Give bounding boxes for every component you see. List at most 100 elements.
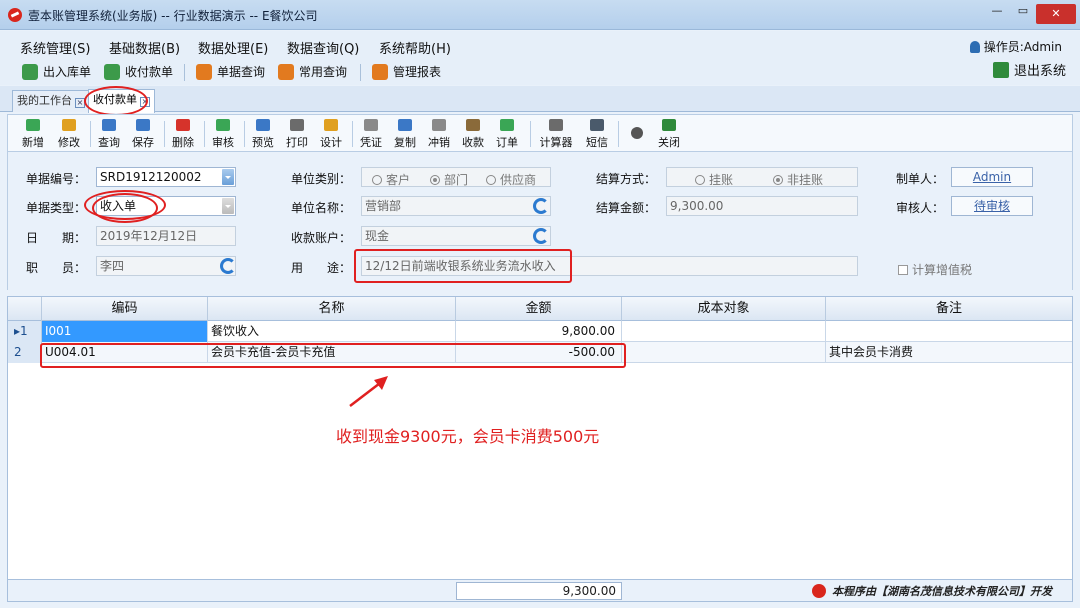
minus-icon xyxy=(176,119,190,131)
edit-button[interactable]: 修改 xyxy=(52,117,86,151)
unit-type-label: 单位类别： xyxy=(291,172,352,186)
printer-icon xyxy=(290,119,304,131)
tab-close-icon[interactable]: × xyxy=(75,98,85,108)
radio-department[interactable]: 部门 xyxy=(430,171,468,189)
table-row[interactable]: ▸1 I001 餐饮收入 9,800.00 xyxy=(8,321,1072,342)
radio-on-account[interactable]: 挂账 xyxy=(695,171,733,189)
common-query-button[interactable]: 常用查询 xyxy=(278,62,347,82)
menu-help[interactable]: 系统帮助(H) xyxy=(379,38,451,57)
close-window-button[interactable]: ✕ xyxy=(1036,4,1076,24)
maximize-button[interactable]: ▭ xyxy=(1012,0,1034,22)
options-dropdown[interactable] xyxy=(622,117,652,151)
table-row[interactable]: 2 U004.01 会员卡充值-会员卡充值 -500.00 其中会员卡消费 xyxy=(8,342,1072,363)
account-field[interactable]: 现金 xyxy=(361,226,551,246)
unit-type-group: 客户 部门 供应商 xyxy=(361,167,551,187)
new-button[interactable]: 新增 xyxy=(16,117,50,151)
cell-amount[interactable]: 9,800.00 xyxy=(456,321,622,342)
report-button[interactable]: 管理报表 xyxy=(372,62,441,82)
menu-system[interactable]: 系统管理(S) xyxy=(20,38,90,57)
cell-code[interactable]: U004.01 xyxy=(42,342,208,363)
tab-workbench[interactable]: 我的工作台 × xyxy=(12,90,90,112)
calculator-icon xyxy=(549,119,563,131)
exit-door-icon xyxy=(662,119,676,131)
row-indicator: 2 xyxy=(8,342,42,363)
reverse-button[interactable]: 冲销 xyxy=(422,117,456,151)
query-button[interactable]: 查询 xyxy=(92,117,126,151)
order-icon xyxy=(500,119,514,131)
date-field[interactable]: 2019年12月12日 xyxy=(96,226,236,246)
delete-button[interactable]: 删除 xyxy=(166,117,200,151)
grid-header: 编码 名称 金额 成本对象 备注 xyxy=(8,297,1072,321)
row-indicator: ▸1 xyxy=(8,321,42,342)
refresh-icon[interactable] xyxy=(533,198,549,214)
stock-doc-button[interactable]: 出入库单 xyxy=(22,62,91,82)
reverse-icon xyxy=(432,119,446,131)
preview-button[interactable]: 预览 xyxy=(246,117,280,151)
toolbar-separator xyxy=(184,64,185,81)
exit-system-button[interactable]: 退出系统 xyxy=(992,62,1066,82)
doc-query-button[interactable]: 单据查询 xyxy=(196,62,265,82)
maker-label: 制单人： xyxy=(896,172,945,186)
col-cost-object[interactable]: 成本对象 xyxy=(622,297,826,321)
design-button[interactable]: 设计 xyxy=(314,117,348,151)
cell-cost-object[interactable] xyxy=(622,321,826,342)
voucher-button[interactable]: 凭证 xyxy=(354,117,388,151)
radio-supplier[interactable]: 供应商 xyxy=(486,171,536,189)
minimize-button[interactable]: — xyxy=(986,0,1008,22)
dropdown-icon[interactable] xyxy=(222,169,234,185)
save-button[interactable]: 保存 xyxy=(126,117,160,151)
menu-basic-data[interactable]: 基础数据(B) xyxy=(109,38,180,57)
col-code[interactable]: 编码 xyxy=(42,297,208,321)
purpose-field[interactable]: 12/12日前端收银系统业务流水收入 xyxy=(361,256,858,276)
doc-type-select[interactable]: 收入单 xyxy=(96,196,236,216)
cell-amount[interactable]: -500.00 xyxy=(456,342,622,363)
tab-payment-doc[interactable]: 收付款单 × xyxy=(88,89,155,113)
print-button[interactable]: 打印 xyxy=(280,117,314,151)
amount-label: 结算金额： xyxy=(596,201,657,215)
cell-note[interactable] xyxy=(826,321,1072,342)
col-name[interactable]: 名称 xyxy=(208,297,456,321)
cell-name[interactable]: 会员卡充值-会员卡充值 xyxy=(208,342,456,363)
user-icon xyxy=(969,41,980,53)
unit-name-label: 单位名称： xyxy=(291,201,352,215)
toolbar-separator xyxy=(244,121,245,147)
refresh-icon[interactable] xyxy=(220,258,236,274)
money-bag-icon xyxy=(466,119,480,131)
toolbar-separator xyxy=(530,121,531,147)
maker-field[interactable]: Admin xyxy=(951,167,1033,187)
magnifier-icon xyxy=(102,119,116,131)
dropdown-icon[interactable] xyxy=(222,198,234,214)
calculator-button[interactable]: 计算器 xyxy=(534,117,578,151)
sms-button[interactable]: 短信 xyxy=(580,117,614,151)
refresh-icon[interactable] xyxy=(533,228,549,244)
doc-no-field[interactable]: SRD1912120002 xyxy=(96,167,236,187)
unit-name-field[interactable]: 营销部 xyxy=(361,196,551,216)
cell-name[interactable]: 餐饮收入 xyxy=(208,321,456,342)
design-icon xyxy=(324,119,338,131)
staff-field[interactable]: 李四 xyxy=(96,256,236,276)
audit-button[interactable]: 审核 xyxy=(206,117,240,151)
tab-close-icon[interactable]: × xyxy=(140,97,150,107)
close-form-button[interactable]: 关闭 xyxy=(652,117,686,151)
col-note[interactable]: 备注 xyxy=(826,297,1072,321)
menu-data-query[interactable]: 数据查询(Q) xyxy=(287,38,359,57)
cell-note[interactable]: 其中会员卡消费 xyxy=(826,342,1072,363)
chart-query-icon xyxy=(278,64,294,80)
order-button[interactable]: 订单 xyxy=(490,117,524,151)
annotation-text: 收到现金9300元，会员卡消费500元 xyxy=(336,427,600,446)
vat-checkbox[interactable]: 计算增值税 xyxy=(898,261,972,278)
payment-doc-button[interactable]: 收付款单 xyxy=(104,62,173,82)
cell-code[interactable]: I001 xyxy=(42,321,208,342)
radio-customer[interactable]: 客户 xyxy=(372,171,410,189)
cell-cost-object[interactable] xyxy=(622,342,826,363)
floppy-icon xyxy=(136,119,150,131)
amount-field[interactable]: 9,300.00 xyxy=(666,196,858,216)
auditor-field[interactable]: 待审核 xyxy=(951,196,1033,216)
menu-data-process[interactable]: 数据处理(E) xyxy=(198,38,268,57)
purpose-label: 用 途： xyxy=(291,261,352,275)
tab-strip: 我的工作台 × 收付款单 × xyxy=(0,86,1080,113)
collect-button[interactable]: 收款 xyxy=(456,117,490,151)
col-amount[interactable]: 金额 xyxy=(456,297,622,321)
radio-not-on-account[interactable]: 非挂账 xyxy=(773,171,823,189)
copy-button[interactable]: 复制 xyxy=(388,117,422,151)
